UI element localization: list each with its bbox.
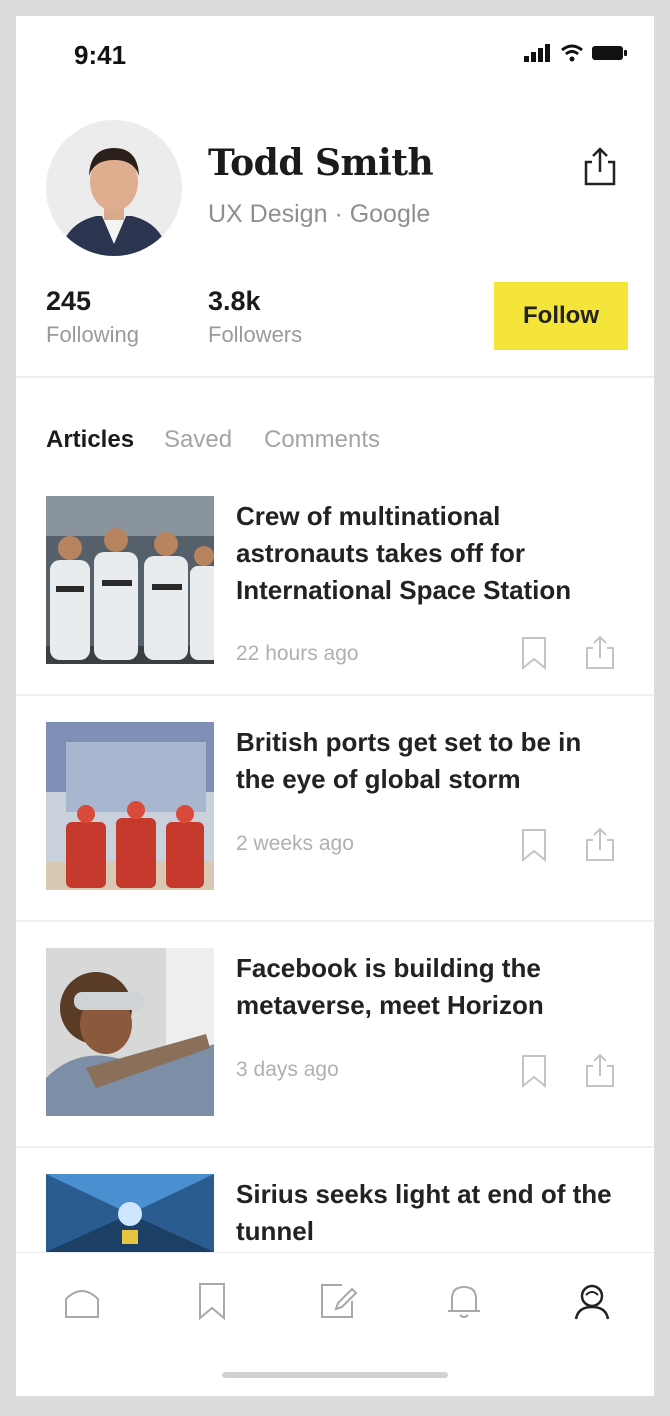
profile-icon[interactable] [572, 1281, 612, 1321]
astronauts-photo [46, 496, 214, 664]
share-icon[interactable] [584, 634, 616, 670]
vr-headset-photo [46, 948, 214, 1116]
share-icon[interactable] [584, 1052, 616, 1088]
share-icon[interactable] [582, 146, 618, 186]
tunnel-photo [46, 1174, 214, 1252]
avatar-portrait-icon [46, 120, 182, 256]
home-icon[interactable] [62, 1281, 102, 1321]
status-time: 9:41 [74, 40, 127, 70]
status-bar: 9:41 [16, 16, 654, 96]
status-icons [524, 44, 628, 62]
following-count[interactable]: 245 [46, 286, 91, 317]
profile-subtitle: UX Design · Google [208, 200, 431, 228]
home-indicator[interactable] [222, 1372, 448, 1378]
article-title[interactable]: Facebook is building the metaverse, meet… [236, 950, 616, 1024]
avatar[interactable] [46, 120, 182, 256]
following-label: Following [46, 322, 139, 347]
bookmark-icon[interactable] [192, 1281, 232, 1321]
article-title[interactable]: Crew of multinational astronauts takes o… [236, 498, 616, 609]
port-workers-photo [46, 722, 214, 890]
list-separator [16, 694, 654, 696]
follow-button[interactable]: Follow [494, 282, 628, 350]
article-time: 3 days ago [236, 1058, 339, 1081]
list-separator [16, 920, 654, 922]
edit-icon[interactable] [318, 1281, 358, 1321]
bookmark-icon[interactable] [520, 828, 548, 862]
profile-screen: 9:41 Todd Smith UX Design · Google 245 F… [16, 16, 654, 1396]
signal-icon [524, 44, 550, 62]
divider [16, 376, 654, 378]
article-title[interactable]: British ports get set to be in the eye o… [236, 724, 616, 798]
wifi-icon [561, 44, 583, 62]
followers-count[interactable]: 3.8k [208, 286, 261, 317]
battery-icon [592, 46, 627, 60]
followers-label: Followers [208, 322, 303, 347]
bell-icon[interactable] [444, 1281, 484, 1321]
tab-articles[interactable]: Articles [46, 426, 134, 454]
article-time: 22 hours ago [236, 642, 359, 665]
tab-saved[interactable]: Saved [164, 426, 232, 454]
article-time: 2 weeks ago [236, 832, 354, 855]
bookmark-icon[interactable] [520, 636, 548, 670]
tab-comments[interactable]: Comments [264, 426, 380, 454]
bookmark-icon[interactable] [520, 1054, 548, 1088]
article-title[interactable]: Sirius seeks light at end of the tunnel [236, 1176, 616, 1250]
profile-name: Todd Smith [208, 142, 434, 184]
list-separator [16, 1146, 654, 1148]
share-icon[interactable] [584, 826, 616, 862]
